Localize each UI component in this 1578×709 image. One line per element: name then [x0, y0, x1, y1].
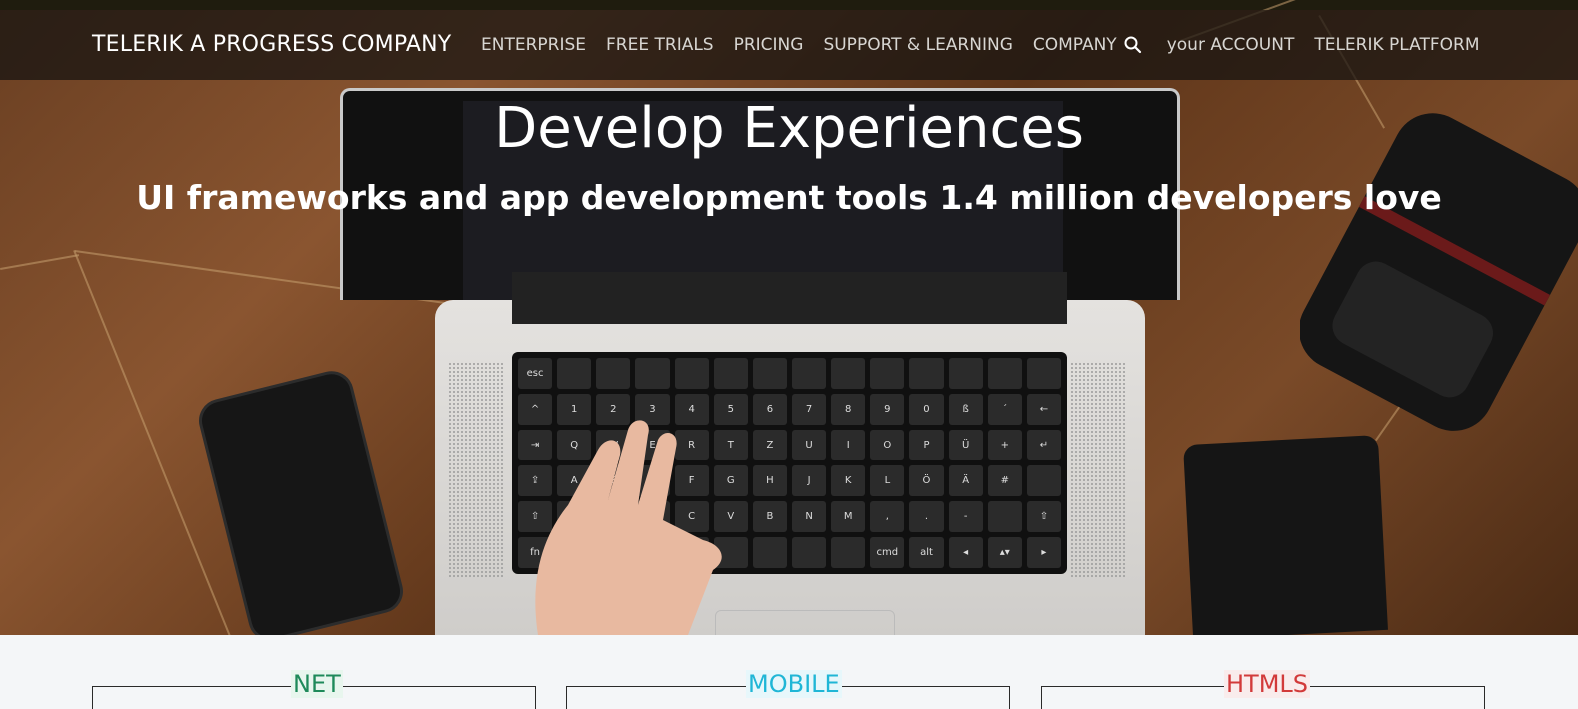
keyboard-key: K: [831, 465, 866, 497]
keyboard-key: [713, 358, 748, 389]
keyboard-key: .: [909, 501, 944, 533]
keyboard-key: [870, 358, 905, 389]
keyboard-key: [987, 501, 1022, 533]
keyboard-key: I: [831, 429, 866, 461]
keyboard-key: ⇧: [1026, 501, 1061, 533]
keyboard-key: Z: [752, 429, 787, 461]
laptop-hinge: [512, 272, 1067, 324]
keyboard-key: cmd: [870, 537, 905, 568]
keyboard-key: alt: [909, 537, 944, 568]
keyboard-key: [791, 537, 827, 568]
keyboard-key: ´: [987, 393, 1022, 425]
keyboard-key: +: [987, 429, 1022, 461]
keyboard-key: ▸: [1026, 537, 1061, 568]
nav-company[interactable]: COMPANY: [1033, 35, 1117, 55]
keyboard-key: [1026, 465, 1061, 497]
speaker-grille-left: [448, 362, 503, 577]
wood-inlay-line: [0, 254, 80, 270]
keyboard-key: B: [752, 501, 787, 533]
keyboard-key: L: [870, 465, 905, 497]
keyboard-key: [909, 358, 944, 389]
keyboard-key: [752, 358, 787, 389]
wallet-image: [1183, 435, 1388, 635]
laptop-trackpad: [715, 610, 895, 635]
keyboard-key: -: [948, 501, 983, 533]
search-icon[interactable]: [1123, 35, 1143, 55]
keyboard-key: [948, 358, 983, 389]
product-label-net[interactable]: NET: [291, 670, 343, 698]
nav-your-account[interactable]: your ACCOUNT: [1167, 35, 1295, 55]
keyboard-key: [674, 358, 709, 389]
top-strip: [0, 0, 1578, 10]
keyboard-key: 9: [870, 393, 905, 425]
keyboard-key: #: [987, 465, 1022, 497]
keyboard-key: U: [791, 429, 827, 461]
speaker-grille-right: [1070, 362, 1125, 577]
keyboard-key: ß: [948, 393, 983, 425]
keyboard-key: [557, 358, 592, 389]
product-label-html[interactable]: HTMLS: [1224, 670, 1311, 698]
keyboard-key: Ü: [948, 429, 983, 461]
keyboard-key: 8: [831, 393, 866, 425]
keyboard-key: [831, 537, 866, 568]
keyboard-key: ▴▾: [987, 537, 1022, 568]
keyboard-key: 6: [752, 393, 787, 425]
keyboard-key: O: [870, 429, 905, 461]
hero-subtitle: UI frameworks and app development tools …: [136, 178, 1442, 217]
keyboard-key: [831, 358, 866, 389]
keyboard-key: [1026, 358, 1061, 389]
keyboard-key: [752, 537, 787, 568]
hand-image: [535, 420, 722, 635]
keyboard-key: P: [909, 429, 944, 461]
keyboard-key: N: [791, 501, 827, 533]
keyboard-key: [635, 358, 670, 389]
nav-free-trials[interactable]: FREE TRIALS: [606, 35, 714, 55]
keyboard-key: [596, 358, 631, 389]
keyboard-key: [791, 358, 827, 389]
nav-enterprise[interactable]: ENTERPRISE: [481, 35, 586, 55]
keyboard-key: ↵: [1026, 429, 1061, 461]
keyboard-key: Ä: [948, 465, 983, 497]
keyboard-key: M: [831, 501, 866, 533]
nav-pricing[interactable]: PRICING: [734, 35, 804, 55]
keyboard-key: esc: [518, 358, 553, 389]
keyboard-key: H: [752, 465, 787, 497]
keyboard-key: ◂: [948, 537, 983, 568]
keyboard-key: J: [791, 465, 827, 497]
keyboard-key: [987, 358, 1022, 389]
nav-support-learning[interactable]: SUPPORT & LEARNING: [823, 35, 1012, 55]
hero-title: Develop Experiences: [494, 96, 1084, 161]
keyboard-key: 0: [909, 393, 944, 425]
keyboard-key: ←: [1026, 393, 1061, 425]
hero-banner: esc^1234567890ß´←⇥QWERTZUIOPÜ+↵⇪ASDFGHJK…: [0, 0, 1578, 635]
keyboard-key: ,: [870, 501, 905, 533]
brand-logo[interactable]: TELERIK A PROGRESS COMPANY: [92, 32, 451, 57]
top-navigation: TELERIK A PROGRESS COMPANY ENTERPRISE FR…: [0, 10, 1578, 80]
product-label-mobile[interactable]: MOBILE: [746, 670, 842, 698]
smartphone-image: [194, 366, 408, 635]
nav-links: ENTERPRISE FREE TRIALS PRICING SUPPORT &…: [481, 35, 1500, 55]
keyboard-key: 7: [791, 393, 827, 425]
keyboard-key: Ö: [909, 465, 944, 497]
nav-telerik-platform[interactable]: TELERIK PLATFORM: [1314, 35, 1479, 55]
